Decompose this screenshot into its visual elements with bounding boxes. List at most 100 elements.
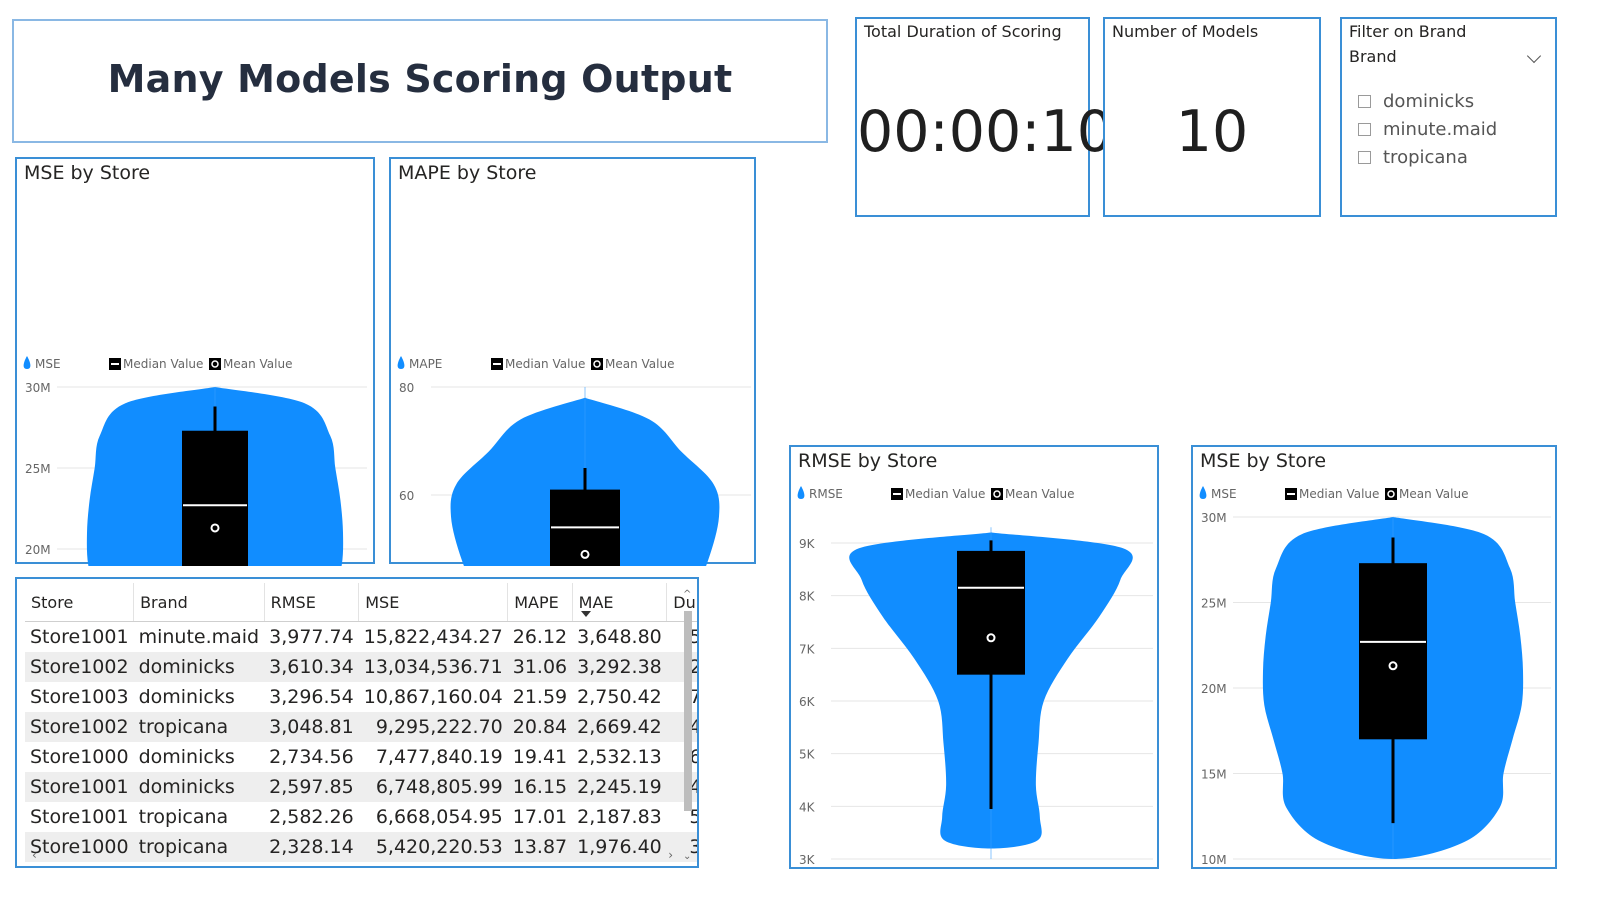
scroll-left-icon[interactable]: ‹ (32, 848, 37, 862)
duration-kpi-card[interactable]: Total Duration of Scoring 00:00:10 (855, 17, 1113, 217)
column-header-mse[interactable]: MSE (358, 583, 509, 622)
cell-store: Store1003 (30, 686, 129, 708)
metrics-table: Store Brand RMSE MSE MAPE MAE Duration S… (25, 583, 697, 862)
cell-store: Store1001 (30, 776, 129, 798)
rmse-violin-plot[interactable]: RMSE Median Value Mean Value 9K 8K 7K 6K 5K 4K 3K (791, 447, 1161, 871)
cell-rmse: 2,582.26 (269, 806, 354, 828)
cell-mse: 7,477,840.19 (375, 746, 503, 768)
rmse-violin-chart[interactable]: RMSE by Store RMSE Median Value Mean Value… (789, 445, 1159, 869)
vertical-scrollbar[interactable]: ^ ⌄ (683, 589, 693, 862)
cell-mae: 3,292.38 (577, 656, 662, 678)
cell-mae: 3,648.80 (577, 626, 662, 648)
slicer-option-minute-maid[interactable]: minute.maid (1358, 119, 1497, 140)
cell-mape: 31.06 (512, 656, 568, 678)
mse-violin-chart[interactable]: MSE by Store MSE Median Value Mean Value 30… (15, 157, 377, 566)
cell-mape: 16.15 (512, 776, 568, 798)
table-row[interactable]: Store1000 dominicks 2,734.56 7,477,840.19 19… (25, 742, 697, 772)
mape-violin-chart[interactable]: MAPE by Store MAPE Median Value Mean Value… (389, 157, 758, 566)
mse-violin-chart-2[interactable]: MSE by Store MSE Median Value Mean Value 30… (1191, 445, 1557, 869)
cell-mae: 2,187.83 (577, 806, 662, 828)
mse-violin-plot[interactable]: MSEMedian ValueMean Value30M25M20M15M10M (17, 159, 377, 566)
mean-marker[interactable] (1388, 661, 1398, 671)
cell-rmse: 2,597.85 (269, 776, 354, 798)
cell-brand: dominicks (138, 656, 235, 678)
cell-mae: 2,532.13 (577, 746, 662, 768)
column-header-rmse[interactable]: RMSE (264, 583, 360, 622)
cell-rmse: 3,296.54 (269, 686, 354, 708)
legend-series-label: MSE (1211, 487, 1237, 501)
slicer-option-dominicks[interactable]: dominicks (1358, 91, 1474, 112)
legend-mean-label: Mean Value (605, 357, 674, 371)
y-tick-label: 9K (799, 537, 816, 551)
checkbox-icon[interactable] (1358, 123, 1371, 136)
cell-brand: dominicks (138, 776, 235, 798)
cell-mse: 9,295,222.70 (375, 716, 503, 738)
table-row[interactable]: Store1003 dominicks 3,296.54 10,867,160.04 2… (25, 682, 697, 712)
y-tick-label: 3K (799, 853, 816, 867)
legend-mean-label: Mean Value (223, 357, 292, 371)
cell-store: Store1002 (30, 716, 129, 738)
report-title-card: Many Models Scoring Output (12, 19, 828, 143)
scroll-right-icon[interactable]: › (668, 848, 673, 862)
slicer-option-label: dominicks (1383, 91, 1475, 112)
column-header-mape[interactable]: MAPE (507, 583, 573, 622)
scroll-down-icon[interactable]: ⌄ (683, 851, 691, 862)
sort-descending-icon[interactable] (580, 611, 591, 617)
iqr-box[interactable] (957, 550, 1025, 675)
cell-brand: tropicana (138, 806, 229, 828)
cell-brand: dominicks (138, 686, 235, 708)
slicer-header: Brand (1349, 47, 1397, 66)
column-header-brand[interactable]: Brand (133, 583, 265, 622)
scroll-up-icon[interactable]: ^ (683, 589, 691, 600)
models-kpi-card[interactable]: Number of Models 10 (1103, 17, 1321, 217)
cell-rmse: 3,610.34 (269, 656, 354, 678)
brand-slicer[interactable]: Filter on Brand Brand dominicks minute.m… (1340, 17, 1557, 217)
duration-kpi-value: 00:00:10 (857, 99, 1113, 165)
mean-marker[interactable] (986, 633, 996, 643)
cell-store: Store1001 (30, 806, 129, 828)
table-row[interactable]: Store1001 dominicks 2,597.85 6,748,805.99 16… (25, 772, 697, 802)
iqr-box[interactable] (1359, 563, 1427, 740)
models-kpi-value: 10 (1175, 99, 1249, 165)
checkbox-icon[interactable] (1358, 95, 1371, 108)
legend-mean-label: Mean Value (1005, 487, 1074, 501)
slicer-option-label: tropicana (1383, 147, 1468, 168)
table-row[interactable]: Store1001 minute.maid 3,977.74 15,822,434.2… (25, 622, 697, 653)
y-tick-label: 7K (799, 642, 816, 656)
cell-mse: 13,034,536.71 (363, 656, 503, 678)
horizontal-scrollbar[interactable]: ‹ › (32, 848, 673, 862)
y-tick-label: 6K (799, 695, 816, 709)
cell-rmse: 2,734.56 (269, 746, 354, 768)
mean-marker[interactable] (580, 549, 590, 559)
y-tick-label: 15M (1201, 768, 1227, 782)
chevron-down-icon[interactable] (1526, 48, 1542, 64)
mean-marker[interactable] (210, 523, 220, 533)
model-metrics-table[interactable]: Store Brand RMSE MSE MAPE MAE Duration S… (15, 577, 699, 868)
slicer-option-tropicana[interactable]: tropicana (1358, 147, 1468, 168)
scrollbar-thumb[interactable] (684, 611, 692, 811)
cell-store: Store1000 (30, 746, 129, 768)
cell-brand: minute.maid (138, 626, 260, 648)
legend-drop-icon (797, 486, 805, 499)
checkbox-icon[interactable] (1358, 151, 1371, 164)
cell-mse: 15,822,434.27 (363, 626, 503, 648)
iqr-box[interactable] (182, 430, 248, 566)
cell-brand: dominicks (138, 746, 235, 768)
y-tick-label: 30M (1201, 511, 1227, 525)
y-tick-label: 10M (1201, 853, 1227, 867)
legend-median-label: Median Value (1299, 487, 1379, 501)
table-row[interactable]: Store1001 tropicana 2,582.26 6,668,054.95 17… (25, 802, 697, 832)
column-header-mae[interactable]: MAE (572, 583, 668, 622)
legend-drop-icon (397, 356, 405, 369)
cell-mse: 6,668,054.95 (375, 806, 503, 828)
table-row[interactable]: Store1002 dominicks 3,610.34 13,034,536.71 3… (25, 652, 697, 682)
mape-violin-plot[interactable]: MAPEMedian ValueMean Value80604020 (391, 159, 758, 566)
legend-series-label: MAPE (409, 357, 442, 371)
table-row[interactable]: Store1002 tropicana 3,048.81 9,295,222.70 20… (25, 712, 697, 742)
cell-mape: 26.12 (512, 626, 568, 648)
mse-violin-plot-2[interactable]: MSE Median Value Mean Value 30M 25M 20M 15M 10M (1193, 447, 1559, 871)
y-tick-label: 20M (25, 543, 51, 557)
y-tick-label: 20M (1201, 682, 1227, 696)
y-tick-label: 80 (399, 381, 414, 395)
column-header-store[interactable]: Store (25, 583, 135, 622)
